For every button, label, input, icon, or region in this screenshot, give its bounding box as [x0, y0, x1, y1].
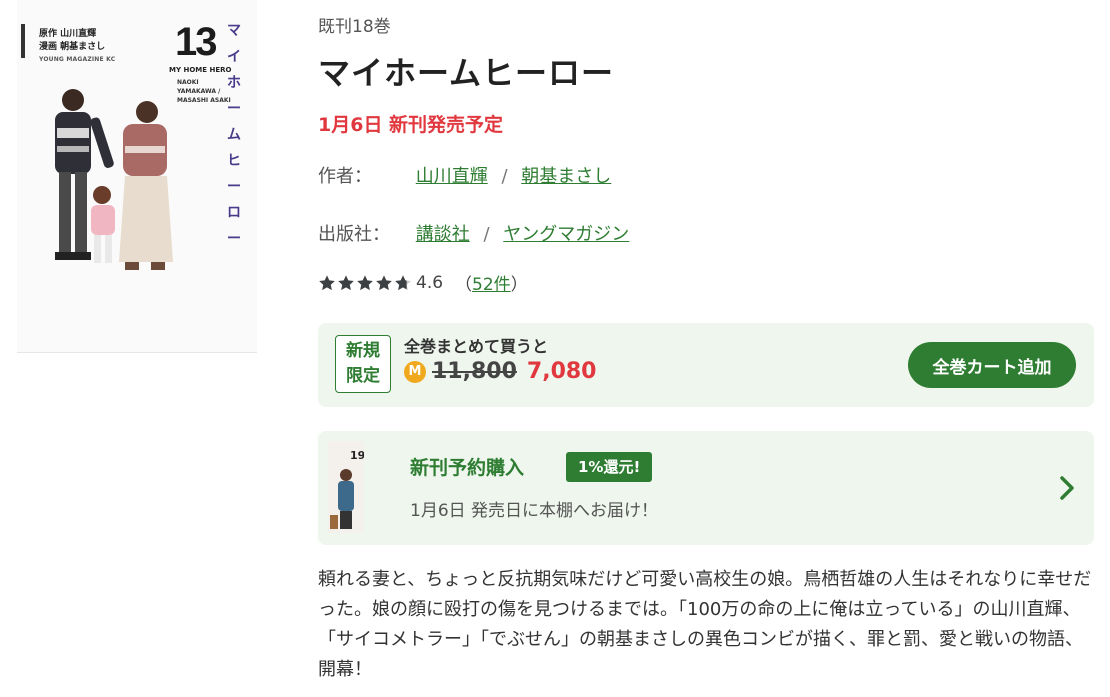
preorder-title: 新刊予約購入 [410, 457, 525, 479]
star-icon [319, 274, 335, 290]
publisher-label: 出版社： [318, 224, 390, 245]
author-link-asaki[interactable]: 朝基まさし [521, 166, 611, 187]
new-user-only-badge: 新規 限定 [335, 335, 391, 393]
bulk-offer-text: 全巻まとめて買うと [404, 337, 549, 356]
discount-price: 7,080 [526, 359, 597, 384]
author-link-yamakawa[interactable]: 山川直輝 [416, 166, 488, 187]
coin-icon: M [404, 360, 426, 383]
rating-stars [318, 274, 412, 292]
original-price: 11,800 [432, 359, 517, 384]
chevron-right-icon[interactable] [1058, 474, 1076, 502]
star-icon [376, 274, 392, 290]
rating: 4.6 （ 52件 ） [318, 270, 528, 295]
cover-volume-number: 13 [175, 20, 217, 64]
review-count-link[interactable]: 52件 [472, 270, 511, 295]
cover-credits: 原作 山川直輝 漫画 朝基まさし [39, 28, 105, 54]
bulk-prices: M 11,800 7,080 [404, 359, 597, 384]
cover-original-credit: 原作 山川直輝 [39, 29, 97, 39]
thumbnail-volume-number: 19 [350, 449, 364, 462]
book-cover[interactable]: 原作 山川直輝 漫画 朝基まさし YOUNG MAGAZINE KC 13 MY… [17, 0, 257, 353]
cashback-badge: 1%還元! [566, 452, 653, 482]
publisher-separator: / [483, 224, 490, 245]
star-icon [338, 274, 354, 290]
publisher-link-young-magazine[interactable]: ヤングマガジン [503, 224, 629, 245]
author-separator: / [501, 166, 508, 187]
rating-value: 4.6 [416, 272, 444, 293]
cover-imprint: YOUNG MAGAZINE KC [39, 56, 116, 63]
star-icon [357, 274, 373, 290]
preorder-panel[interactable]: 19 新刊予約購入 1%還元! 1月6日 発売日に本棚へお届け！ [318, 431, 1094, 545]
page-title: マイホームヒーロー [318, 54, 615, 92]
volume-count: 既刊18巻 [318, 17, 391, 37]
review-open-paren: （ [455, 275, 473, 295]
badge-line-2: 限定 [346, 366, 380, 386]
publisher-row: 出版社： 講談社 / ヤングマガジン [318, 220, 629, 246]
publisher-link-kodansha[interactable]: 講談社 [416, 224, 470, 245]
badge-line-1: 新規 [346, 341, 380, 361]
star-half-icon [395, 274, 411, 290]
cover-subtitle: MY HOME HERO [169, 66, 232, 74]
author-row: 作者： 山川直輝 / 朝基まさし [318, 162, 611, 188]
cover-authors-en: NAOKI YAMAKAWA / MASASHI ASAKI [177, 79, 231, 104]
bulk-purchase-panel: 新規 限定 全巻まとめて買うと M 11,800 7,080 全巻カート追加 [318, 323, 1094, 407]
new-volume-thumbnail: 19 [328, 441, 364, 533]
cover-art-credit: 漫画 朝基まさし [39, 42, 106, 52]
preorder-subtitle: 1月6日 発売日に本棚へお届け！ [410, 501, 659, 521]
author-label: 作者： [318, 166, 372, 187]
review-close-paren: ） [510, 275, 528, 295]
book-description: 頼れる妻と、ちょっと反抗期気味だけど可愛い高校生の娘。鳥栖哲雄の人生はそれなりに… [318, 569, 1092, 680]
release-notice: 1月6日 新刊発売予定 [318, 114, 504, 136]
add-all-to-cart-button[interactable]: 全巻カート追加 [908, 342, 1076, 388]
cover-vertical-title: マイホームヒーロー [227, 23, 241, 247]
